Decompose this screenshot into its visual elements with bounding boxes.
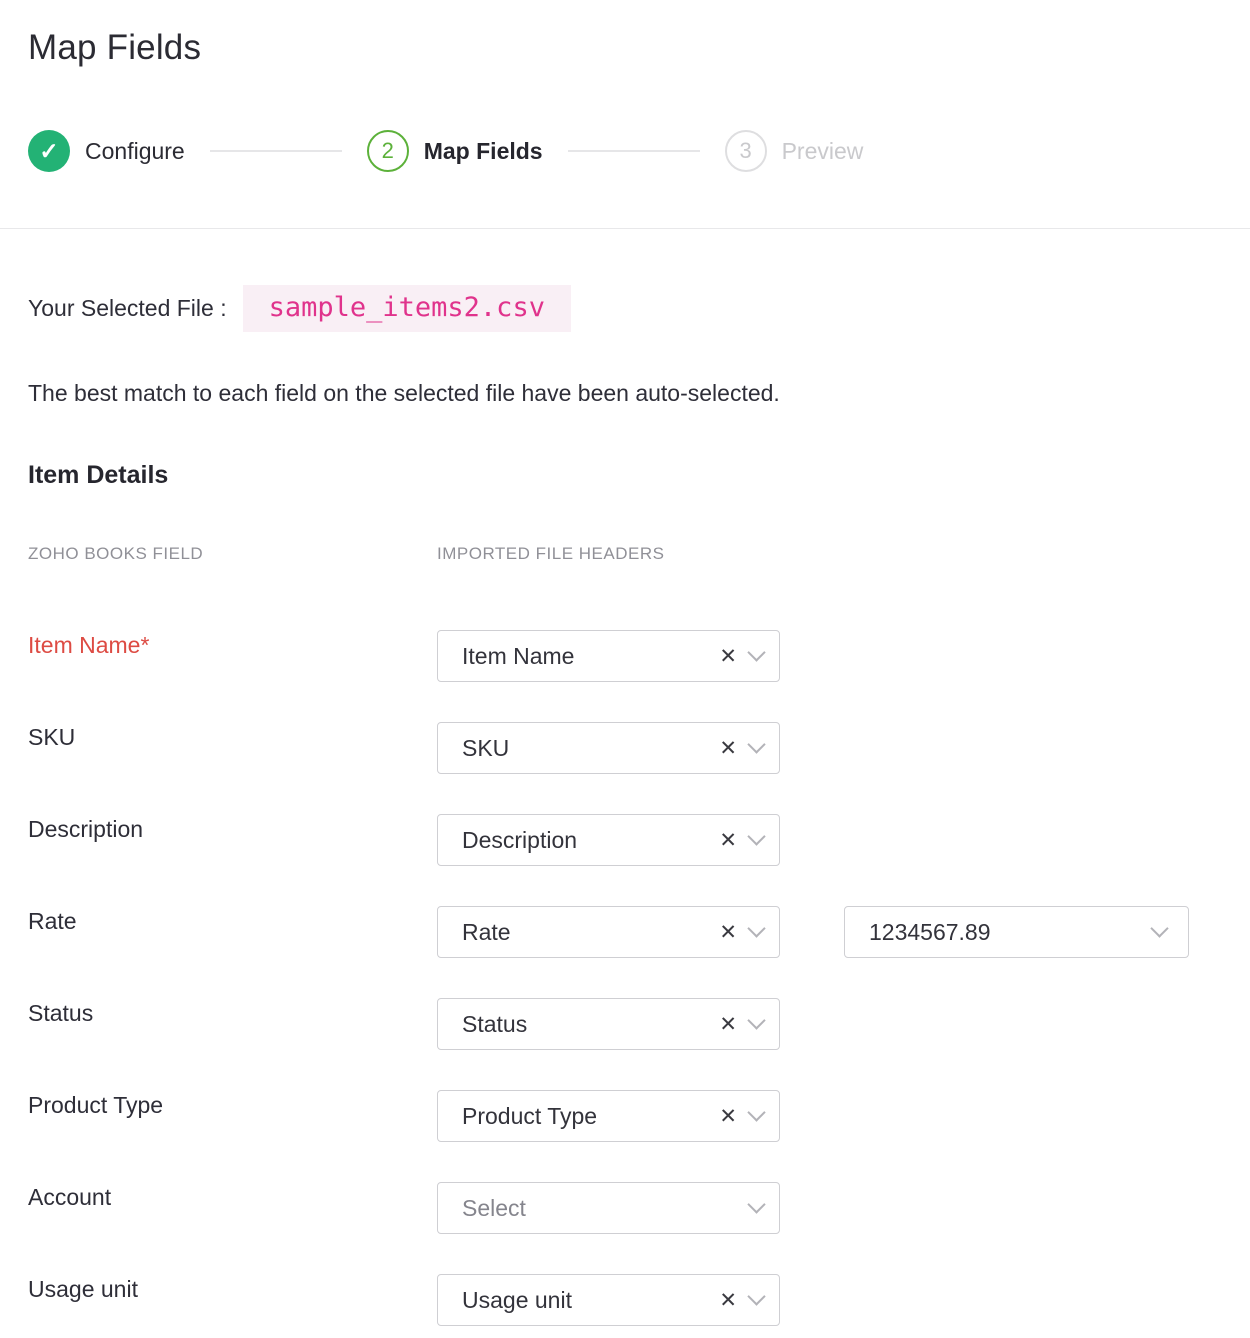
- field-label: Product Type: [28, 1090, 437, 1119]
- mapping-row: Status Status ✕: [28, 998, 1222, 1050]
- field-label: Description: [28, 814, 437, 843]
- selected-header-value: Status: [462, 1011, 719, 1038]
- step-map-fields-label: Map Fields: [424, 138, 543, 165]
- selected-file-name: sample_items2.csv: [243, 285, 571, 332]
- selected-header-value: Description: [462, 827, 719, 854]
- chevron-down-icon: [747, 1103, 765, 1121]
- imported-header-select[interactable]: Status ✕: [437, 998, 780, 1050]
- mapping-row: Description Description ✕: [28, 814, 1222, 866]
- field-label: SKU: [28, 722, 437, 751]
- import-stepper: ✓ Configure 2 Map Fields 3 Preview: [28, 130, 1222, 172]
- chevron-down-icon: [747, 1011, 765, 1029]
- field-label: Rate: [28, 906, 437, 935]
- selected-header-value: Select: [462, 1195, 750, 1222]
- mapping-row: Rate Rate ✕ 1234567.89: [28, 906, 1222, 958]
- field-label: Status: [28, 998, 437, 1027]
- mapping-row: Item Name* Item Name ✕: [28, 630, 1222, 682]
- imported-header-select[interactable]: Rate ✕: [437, 906, 780, 958]
- selected-file-label: Your Selected File :: [28, 295, 227, 322]
- selected-header-value: Item Name: [462, 643, 719, 670]
- section-title: Item Details: [28, 461, 1222, 490]
- page-title: Map Fields: [28, 0, 1222, 68]
- step-preview[interactable]: 3 Preview: [725, 130, 864, 172]
- step-number-circle: 2: [367, 130, 409, 172]
- step-configure[interactable]: ✓ Configure: [28, 130, 185, 172]
- check-circle-icon: ✓: [28, 130, 70, 172]
- mapping-row: Usage unit Usage unit ✕: [28, 1274, 1222, 1326]
- imported-header-select[interactable]: Item Name ✕: [437, 630, 780, 682]
- step-number: 2: [382, 138, 394, 164]
- field-label: Item Name*: [28, 630, 437, 659]
- field-label: Account: [28, 1182, 437, 1211]
- column-header-imported-headers: IMPORTED FILE HEADERS: [437, 544, 664, 564]
- format-select[interactable]: 1234567.89: [844, 906, 1189, 958]
- step-configure-label: Configure: [85, 138, 185, 165]
- chevron-down-icon: [1150, 919, 1168, 937]
- clear-selection-icon[interactable]: ✕: [719, 830, 737, 851]
- auto-select-helper-text: The best match to each field on the sele…: [28, 380, 1222, 407]
- imported-header-select[interactable]: Usage unit ✕: [437, 1274, 780, 1326]
- chevron-down-icon: [747, 919, 765, 937]
- format-value: 1234567.89: [869, 919, 1153, 946]
- column-header-zoho-field: ZOHO BOOKS FIELD: [28, 544, 437, 564]
- chevron-down-icon: [747, 827, 765, 845]
- clear-selection-icon[interactable]: ✕: [719, 1014, 737, 1035]
- mapping-row: Product Type Product Type ✕: [28, 1090, 1222, 1142]
- chevron-down-icon: [747, 643, 765, 661]
- stepper-connector: [568, 150, 700, 152]
- field-label: Usage unit: [28, 1274, 437, 1303]
- selected-file-row: Your Selected File : sample_items2.csv: [28, 285, 1222, 332]
- chevron-down-icon: [747, 735, 765, 753]
- step-number-circle: 3: [725, 130, 767, 172]
- imported-header-select[interactable]: SKU ✕: [437, 722, 780, 774]
- clear-selection-icon[interactable]: ✕: [719, 738, 737, 759]
- imported-header-select[interactable]: Select: [437, 1182, 780, 1234]
- clear-selection-icon[interactable]: ✕: [719, 922, 737, 943]
- mapping-row: Account Select: [28, 1182, 1222, 1234]
- imported-header-select[interactable]: Description ✕: [437, 814, 780, 866]
- clear-selection-icon[interactable]: ✕: [719, 1106, 737, 1127]
- selected-header-value: Usage unit: [462, 1287, 719, 1314]
- selected-header-value: Rate: [462, 919, 719, 946]
- chevron-down-icon: [747, 1195, 765, 1213]
- chevron-down-icon: [747, 1287, 765, 1305]
- selected-header-value: SKU: [462, 735, 719, 762]
- header-divider: [0, 228, 1250, 229]
- imported-header-select[interactable]: Product Type ✕: [437, 1090, 780, 1142]
- check-icon: ✓: [39, 138, 58, 165]
- mapping-rows: Item Name* Item Name ✕ SKU SKU ✕ Descrip…: [28, 630, 1222, 1326]
- stepper-connector: [210, 150, 342, 152]
- map-fields-page: Map Fields ✓ Configure 2 Map Fields 3 Pr…: [0, 0, 1250, 172]
- mapping-column-headers: ZOHO BOOKS FIELD IMPORTED FILE HEADERS: [28, 544, 1222, 564]
- clear-selection-icon[interactable]: ✕: [719, 646, 737, 667]
- step-number: 3: [739, 138, 751, 164]
- clear-selection-icon[interactable]: ✕: [719, 1290, 737, 1311]
- selected-header-value: Product Type: [462, 1103, 719, 1130]
- step-map-fields[interactable]: 2 Map Fields: [367, 130, 543, 172]
- step-preview-label: Preview: [782, 138, 864, 165]
- mapping-row: SKU SKU ✕: [28, 722, 1222, 774]
